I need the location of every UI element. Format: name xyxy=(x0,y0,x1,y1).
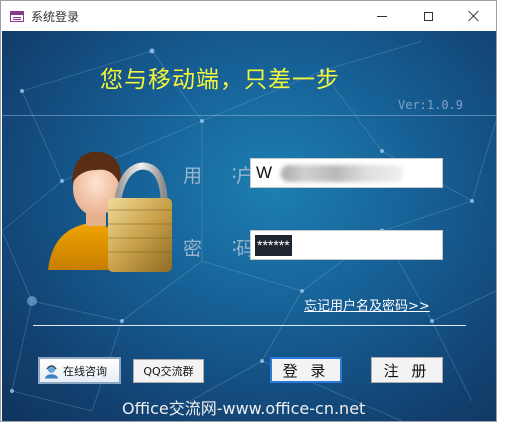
qq-group-button[interactable]: QQ交流群 xyxy=(133,359,204,383)
version-label: Ver:1.0.9 xyxy=(398,98,464,112)
header-divider xyxy=(2,115,496,116)
password-input[interactable]: ****** xyxy=(250,230,443,260)
username-value: W xyxy=(256,163,273,182)
close-icon xyxy=(468,10,480,22)
watermark: Office交流网-www.office-cn.net xyxy=(122,399,366,418)
footer-divider xyxy=(33,325,466,326)
close-button[interactable] xyxy=(451,1,497,31)
password-colon: : xyxy=(231,234,238,256)
login-panel: 您与移动端，只差一步 Ver:1.0.9 用 户: W 密 码: *****… xyxy=(2,31,496,421)
consult-icon xyxy=(44,364,59,378)
register-button[interactable]: 注 册 xyxy=(371,357,443,383)
login-button[interactable]: 登 录 xyxy=(270,357,342,383)
online-consult-label: 在线咨询 xyxy=(63,364,107,378)
window-title: 系统登录 xyxy=(31,9,80,24)
username-input[interactable]: W xyxy=(250,158,443,188)
maximize-button[interactable] xyxy=(405,1,451,31)
password-value: ****** xyxy=(255,235,292,256)
forgot-credentials-link[interactable]: 忘记用户名及密码>> xyxy=(304,295,430,314)
padlock-icon xyxy=(108,198,172,272)
online-consult-button[interactable]: 在线咨询 xyxy=(38,357,121,384)
username-redaction xyxy=(281,165,403,182)
minimize-button[interactable] xyxy=(359,1,405,31)
title-bar[interactable]: 系统登录 xyxy=(1,1,496,31)
login-window: 系统登录 您与移动端，只差一步 Ver:1.0.9 用 户: W 密 码: … xyxy=(0,0,497,422)
minimize-icon xyxy=(377,15,387,17)
username-colon: : xyxy=(231,161,238,183)
slogan: 您与移动端，只差一步 xyxy=(100,67,340,93)
maximize-icon xyxy=(423,11,433,21)
app-icon xyxy=(10,10,24,22)
